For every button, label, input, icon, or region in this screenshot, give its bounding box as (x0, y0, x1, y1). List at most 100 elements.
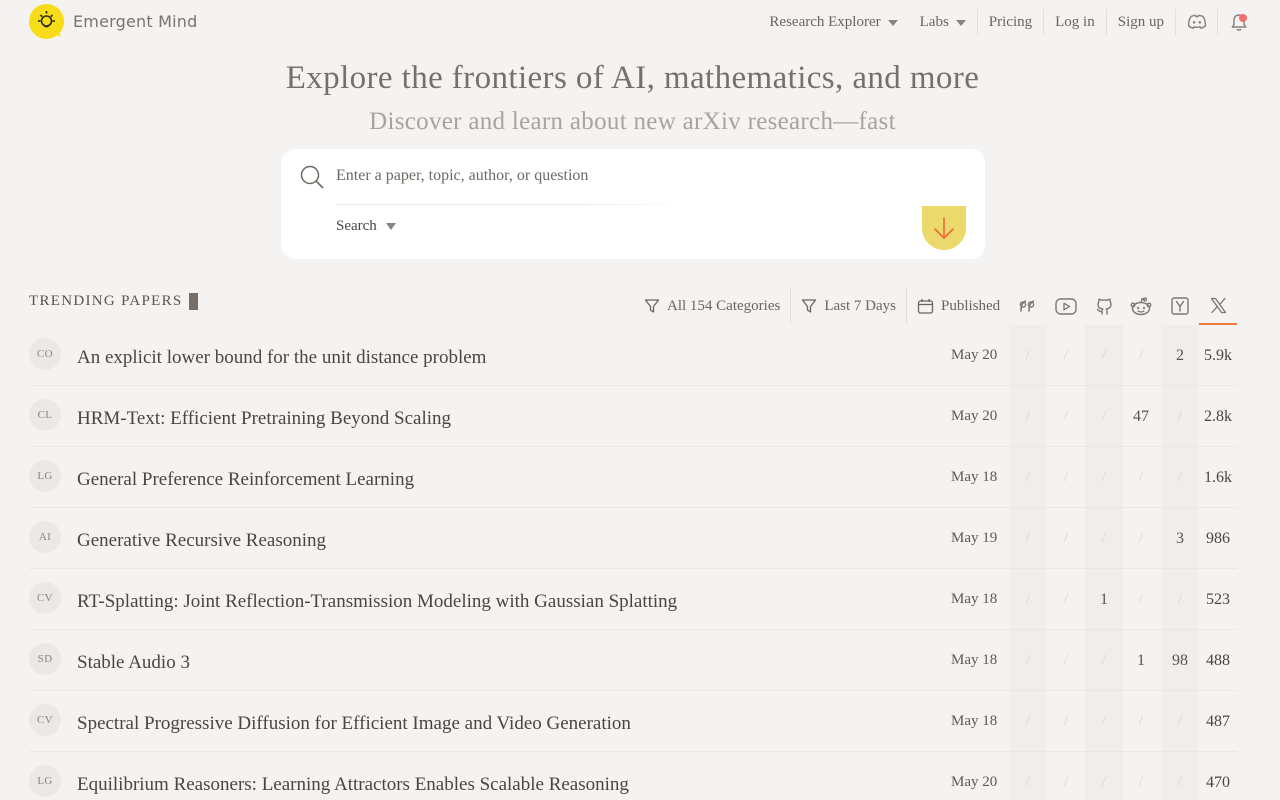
top-header: Emergent Mind Research Explorer Labs Pri… (0, 0, 1280, 44)
period-filter-label: Last 7 Days (824, 297, 896, 314)
paper-title-link[interactable]: HRM-Text: Efficient Pretraining Beyond S… (77, 408, 451, 430)
paper-title-link[interactable]: General Preference Reinforcement Learnin… (77, 469, 414, 491)
metric-github: / (1085, 508, 1123, 569)
sort-filter-label: Published (940, 297, 1001, 314)
paper-date: May 18 (951, 591, 998, 607)
nav-labs[interactable]: Labs (909, 0, 977, 44)
search-card: Search (281, 149, 985, 259)
metric-reddit: / (1138, 469, 1144, 485)
category-badge: CV (29, 704, 61, 736)
metric-github: / (1085, 386, 1123, 447)
paper-row[interactable]: LG Equilibrium Reasoners: Learning Attrac… (29, 752, 1237, 800)
metric-github: / (1085, 325, 1123, 386)
paper-date: May 18 (951, 469, 998, 485)
paper-title-link[interactable]: An explicit lower bound for the unit dis… (77, 347, 486, 369)
reddit-icon (1130, 296, 1152, 315)
category-badge: CL (29, 399, 61, 431)
search-submit-button[interactable] (922, 206, 966, 250)
brand-logo[interactable]: Emergent Mind (29, 4, 197, 39)
paper-row[interactable]: CV Spectral Progressive Diffusion for Eff… (29, 691, 1237, 752)
youtube-icon (1055, 297, 1077, 315)
metric-citations: / (1009, 752, 1047, 800)
discord-button[interactable] (1176, 0, 1217, 44)
paper-title-link[interactable]: Equilibrium Reasoners: Learning Attracto… (77, 774, 629, 796)
metric-youtube: / (1063, 652, 1069, 668)
paper-row[interactable]: CV RT-Splatting: Joint Reflection-Transmi… (29, 569, 1237, 630)
metric-youtube: / (1063, 408, 1069, 424)
github-icon (1096, 298, 1112, 315)
metric-github: / (1085, 752, 1123, 800)
period-filter[interactable]: Last 7 Days (791, 287, 906, 325)
metric-github: 1 (1085, 569, 1123, 630)
category-badge: SD (29, 643, 61, 675)
filter-icon (644, 299, 660, 313)
metric-hackernews: 2 (1161, 325, 1199, 386)
paper-title-link[interactable]: RT-Splatting: Joint Reflection-Transmiss… (77, 591, 677, 613)
sort-by-reddit[interactable] (1122, 287, 1160, 325)
search-divider (336, 204, 686, 205)
paper-title-link[interactable]: Generative Recursive Reasoning (77, 530, 326, 552)
paper-title-link[interactable]: Spectral Progressive Diffusion for Effic… (77, 713, 631, 735)
trending-papers-label: TRENDING PAPERS (29, 293, 183, 309)
metric-citations: / (1009, 386, 1047, 447)
paper-row[interactable]: CO An explicit lower bound for the unit d… (29, 325, 1237, 386)
trending-papers-list: CO An explicit lower bound for the unit d… (29, 325, 1237, 800)
sort-by-hackernews[interactable] (1161, 287, 1199, 325)
notification-dot (1239, 14, 1247, 22)
metric-reddit: 1 (1137, 651, 1145, 669)
chevron-down-icon (385, 223, 396, 230)
search-mode-select[interactable]: Search (336, 218, 396, 235)
filter-icon (802, 299, 817, 313)
metric-youtube: / (1063, 591, 1069, 607)
sort-filter[interactable]: Published (907, 287, 1010, 325)
paper-row[interactable]: LG General Preference Reinforcement Learn… (29, 447, 1237, 508)
search-input[interactable] (336, 163, 896, 189)
paper-row[interactable]: AI Generative Recursive Reasoning May 19 / /… (29, 508, 1237, 569)
nav-login[interactable]: Log in (1044, 0, 1106, 44)
quote-icon (1019, 300, 1035, 312)
metric-hackernews: / (1161, 691, 1199, 752)
metric-youtube: / (1063, 774, 1069, 790)
trending-papers-heading: TRENDING PAPERS (29, 293, 198, 310)
category-badge: LG (29, 765, 61, 797)
metric-x: 487 (1206, 712, 1230, 730)
paper-title-link[interactable]: Stable Audio 3 (77, 652, 190, 674)
metric-youtube: / (1063, 713, 1069, 729)
search-icon (300, 165, 324, 189)
category-badge: AI (29, 521, 61, 553)
nav-research-explorer-label: Research Explorer (769, 13, 881, 30)
notifications-button[interactable] (1218, 0, 1259, 44)
paper-date: May 20 (951, 408, 998, 424)
metric-hackernews: 3 (1161, 508, 1199, 569)
calendar-icon (917, 298, 934, 314)
paper-row[interactable]: SD Stable Audio 3 May 18 / / / 1 98 488 (29, 630, 1237, 691)
chevron-down-icon (955, 20, 966, 26)
nav-pricing[interactable]: Pricing (978, 0, 1043, 44)
metric-reddit: / (1138, 713, 1144, 729)
metric-github: / (1085, 447, 1123, 508)
metric-youtube: / (1063, 347, 1069, 363)
metric-reddit: / (1138, 591, 1144, 607)
nav-labs-label: Labs (919, 13, 949, 30)
sort-by-youtube[interactable] (1047, 287, 1085, 325)
trending-filters: All 154 Categories Last 7 Days Published (634, 287, 1010, 325)
metric-citations: / (1009, 447, 1047, 508)
metric-hackernews: / (1161, 386, 1199, 447)
metric-x: 488 (1206, 651, 1230, 669)
nav-signup[interactable]: Sign up (1107, 0, 1175, 44)
brand-name: Emergent Mind (73, 12, 198, 31)
metric-reddit: 47 (1133, 407, 1149, 425)
sort-by-x[interactable] (1199, 287, 1237, 325)
sort-by-citations[interactable] (1009, 287, 1047, 325)
nav-research-explorer[interactable]: Research Explorer (758, 0, 908, 44)
metric-hackernews: / (1161, 447, 1199, 508)
metric-hackernews: / (1161, 569, 1199, 630)
category-badge: LG (29, 460, 61, 492)
sort-by-github[interactable] (1085, 287, 1123, 325)
category-filter[interactable]: All 154 Categories (634, 287, 790, 325)
paper-row[interactable]: CL HRM-Text: Efficient Pretraining Beyond… (29, 386, 1237, 447)
metric-citations: / (1009, 325, 1047, 386)
hackernews-icon (1171, 297, 1189, 315)
metric-reddit: / (1138, 347, 1144, 363)
page-subtitle: Discover and learn about new arXiv resea… (369, 108, 896, 135)
